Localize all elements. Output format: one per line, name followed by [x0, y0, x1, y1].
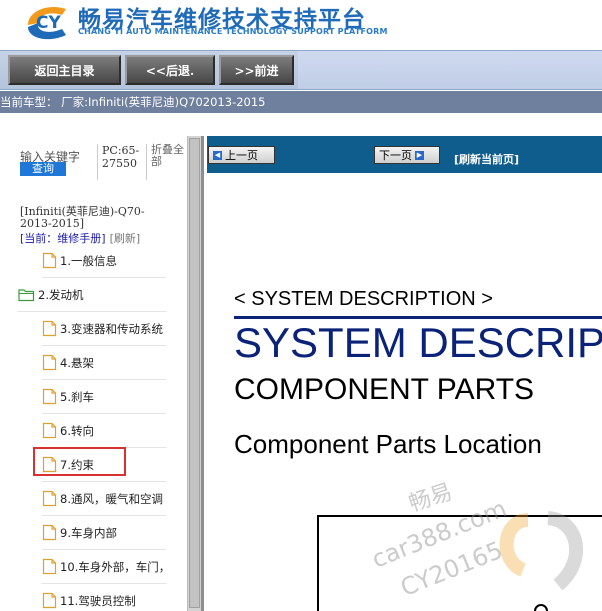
doc-section-title: COMPONENT PARTS: [234, 373, 535, 406]
back-button[interactable]: <<后退.: [125, 55, 215, 85]
tree-item-label: 10.车身外部，车门，车: [60, 559, 166, 574]
tree-item-label: 4.悬架: [60, 355, 94, 370]
document-icon: [42, 320, 57, 337]
tree-item-suspension[interactable]: 4.悬架: [42, 346, 166, 380]
divider: [97, 144, 98, 180]
brand-subtitle: CHANG YI AUTO MAINTENANCE TECHNOLOGY SUP…: [78, 27, 388, 36]
tree-item-label: 1.一般信息: [60, 253, 117, 268]
doc-heading: SYSTEM DESCRIPTION: [234, 319, 602, 366]
divider: [146, 144, 147, 180]
prev-page-button[interactable]: ◀ 上一页: [208, 146, 275, 164]
tree-item-label: 3.变速器和传动系统: [60, 321, 163, 336]
tree-item-transmission[interactable]: 3.变速器和传动系统: [42, 312, 166, 346]
svg-text:CY: CY: [36, 13, 61, 33]
tree-item-general-info[interactable]: 1.一般信息: [42, 244, 166, 278]
sidebar: 输入关键字 查询 PC:65-27550 折叠全部 [Infiniti(英菲尼迪…: [0, 136, 204, 611]
document-icon: [42, 252, 57, 269]
tree-item-label: 2.发动机: [38, 287, 84, 302]
collapse-all-link[interactable]: 折叠全部: [151, 144, 187, 168]
arrow-left-icon: ◀: [213, 150, 222, 160]
figure-frame: [317, 515, 602, 611]
refresh-page-link[interactable]: [刷新当前页]: [454, 151, 519, 167]
document-viewer: ◀ 上一页 下一页 ▶ [刷新当前页] < SYSTEM DESCRIPTION…: [207, 136, 602, 611]
tree-item-body-exterior[interactable]: 10.车身外部，车门，车: [42, 550, 166, 584]
document-icon: [42, 388, 57, 405]
nav-bar-fill: [298, 51, 602, 89]
forward-button[interactable]: >>前进: [219, 55, 294, 85]
spacer: [0, 113, 602, 136]
header: CY 畅易汽车维修技术支持平台 CHANG YI AUTO MAINTENANC…: [0, 0, 602, 50]
arrow-right-icon: ▶: [415, 150, 424, 160]
tree-item-hvac[interactable]: 8.通风，暖气和空调: [42, 482, 166, 516]
doc-subsection-title: Component Parts Location: [234, 429, 542, 459]
figure-marker: [534, 604, 548, 611]
next-page-label: 下一页: [379, 149, 412, 162]
search-button[interactable]: 查询: [20, 162, 66, 176]
manual-title: [Infiniti(英菲尼迪)-Q70-2013-2015]: [20, 205, 145, 230]
doc-breadcrumb: < SYSTEM DESCRIPTION >: [234, 288, 493, 310]
folder-open-icon: [18, 289, 35, 302]
tree-item-label: 9.车身内部: [60, 525, 117, 540]
document-icon: [42, 558, 57, 575]
sidebar-scrollbar[interactable]: [187, 136, 201, 611]
home-button[interactable]: 返回主目录: [8, 55, 121, 85]
tree-item-label: 7.约束: [60, 457, 94, 472]
page-toolbar: ◀ 上一页 下一页 ▶ [刷新当前页]: [207, 136, 602, 173]
document-icon: [42, 456, 57, 473]
document-icon: [42, 592, 57, 609]
tree-item-body-interior[interactable]: 9.车身内部: [42, 516, 166, 550]
tree-item-label: 11.驾驶员控制: [60, 593, 136, 608]
tree-item-label: 8.通风，暖气和空调: [60, 491, 163, 506]
nav-bar: 返回主目录 <<后退. >>前进: [0, 50, 602, 90]
document-icon: [42, 524, 57, 541]
current-vehicle-bar: 当前车型： 厂家:Infiniti(英菲尼迪)Q702013-2015: [0, 91, 602, 113]
document-icon: [42, 422, 57, 439]
next-page-button[interactable]: 下一页 ▶: [374, 146, 440, 164]
tree-item-restraints[interactable]: 7.约束: [42, 448, 166, 482]
document-icon: [42, 354, 57, 371]
tree-item-driver-controls[interactable]: 11.驾驶员控制: [42, 584, 166, 611]
pc-code: PC:65-27550: [102, 144, 140, 170]
tree-item-steering[interactable]: 6.转向: [42, 414, 166, 448]
cy-logo-icon: CY: [28, 6, 66, 40]
scrollbar-thumb[interactable]: [189, 138, 200, 608]
tree-item-brakes[interactable]: 5.刹车: [42, 380, 166, 414]
prev-page-label: 上一页: [225, 149, 258, 162]
tree-item-label: 6.转向: [60, 423, 94, 438]
tree-item-engine[interactable]: 2.发动机: [18, 278, 166, 312]
tree-item-label: 5.刹车: [60, 389, 94, 404]
document-icon: [42, 490, 57, 507]
